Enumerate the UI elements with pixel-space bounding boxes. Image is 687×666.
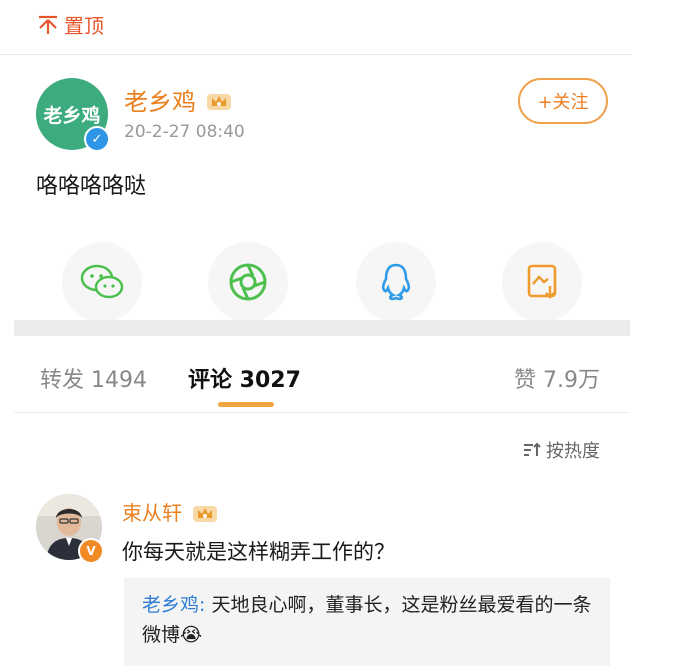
sort-label: 按热度 xyxy=(546,441,600,462)
share-wechat-button[interactable] xyxy=(62,242,142,322)
pin-label: 置顶 xyxy=(64,14,104,38)
commenter-name-row[interactable]: 束从轩 xyxy=(122,497,220,526)
reply-box[interactable]: 老乡鸡: 天地良心啊，董事长，这是粉丝最爱看的一条微博😭 xyxy=(124,578,610,666)
section-divider xyxy=(14,320,630,336)
reply-author[interactable]: 老乡鸡: xyxy=(142,594,205,616)
pin-icon xyxy=(39,15,57,34)
tab-comment[interactable]: 评论 3027 xyxy=(188,362,301,394)
tab-repost[interactable]: 转发 1494 xyxy=(40,362,147,394)
wechat-icon xyxy=(80,264,124,299)
crying-emoji-icon: 😭 xyxy=(180,624,203,646)
tab-indicator xyxy=(218,402,274,407)
share-qq-button[interactable] xyxy=(356,242,436,322)
tab-like[interactable]: 赞 7.9万 xyxy=(514,362,600,394)
avatar-text: 老乡鸡 xyxy=(43,104,101,127)
verified-icon: ✓ xyxy=(84,126,110,152)
moments-icon xyxy=(229,263,267,301)
follow-button[interactable]: +关注 xyxy=(518,78,608,124)
pin-indicator: 置顶 xyxy=(36,10,104,39)
divider xyxy=(14,412,630,413)
crown-icon xyxy=(207,93,231,110)
save-image-button[interactable] xyxy=(502,242,582,322)
reply-text: 天地良心啊，董事长，这是粉丝最爱看的一条微博 xyxy=(142,594,592,646)
share-moments-button[interactable] xyxy=(208,242,288,322)
save-image-icon xyxy=(527,264,557,299)
divider xyxy=(0,54,632,55)
post-text: 咯咯咯咯哒 xyxy=(36,174,147,199)
qq-icon xyxy=(381,263,411,301)
sort-icon xyxy=(524,442,541,456)
author-name-row[interactable]: 老乡鸡 xyxy=(124,82,234,117)
sort-button[interactable]: 按热度 xyxy=(522,437,600,463)
commenter-badge-icon: V xyxy=(78,538,104,564)
post-time: 20-2-27 08:40 xyxy=(124,122,245,142)
commenter-name[interactable]: 束从轩 xyxy=(122,497,182,526)
crown-icon xyxy=(193,505,217,522)
author-name[interactable]: 老乡鸡 xyxy=(124,82,196,117)
comment-text: 你每天就是这样糊弄工作的？ xyxy=(122,540,395,564)
